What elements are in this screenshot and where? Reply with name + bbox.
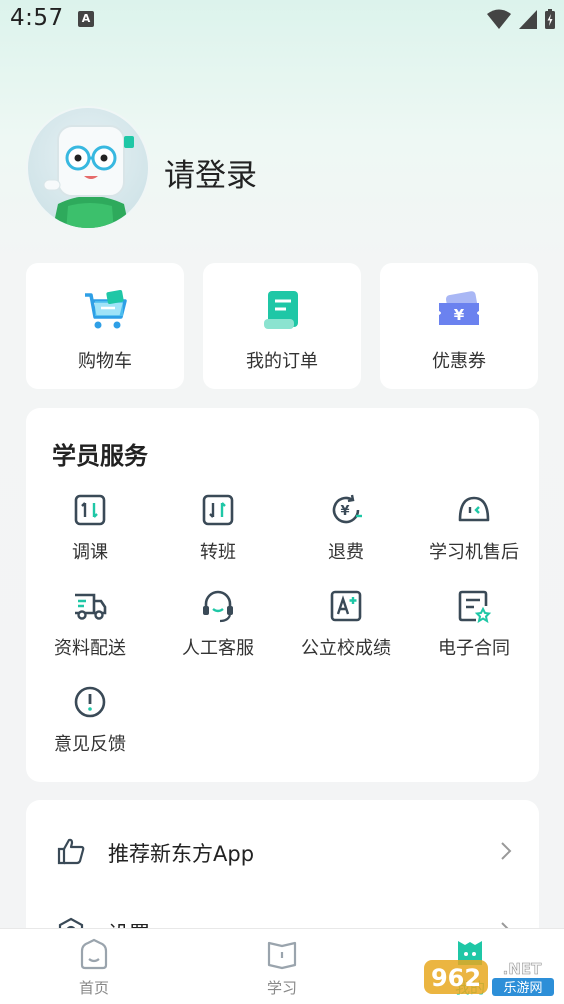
menu-label: 推荐新东方App <box>108 842 255 866</box>
signal-icon <box>519 10 537 29</box>
service-material-delivery[interactable]: 资料配送 <box>26 588 154 660</box>
watermark-suffix: .NET <box>503 960 542 978</box>
svg-text:¥: ¥ <box>340 504 349 519</box>
status-bar: 4:57 A <box>0 0 564 40</box>
feedback-exclamation-icon <box>74 686 106 718</box>
headset-icon <box>203 590 233 623</box>
wifi-icon <box>487 9 511 29</box>
transfer-class-icon <box>202 494 234 526</box>
grade-a-plus-icon <box>330 590 362 622</box>
services-title: 学员服务 <box>52 442 148 470</box>
my-orders-card[interactable]: 我的订单 <box>203 263 361 389</box>
watermark-number: 962 <box>431 964 481 992</box>
coupon-ticket-icon: ¥ <box>439 291 479 325</box>
login-prompt[interactable]: 请登录 <box>164 150 257 195</box>
thumbs-up-icon <box>57 838 85 865</box>
service-label: 公立校成绩 <box>301 638 391 659</box>
status-icons <box>486 8 556 30</box>
study-book-icon <box>267 941 297 970</box>
battery-icon <box>545 9 555 29</box>
coupon-card[interactable]: ¥ 优惠券 <box>380 263 538 389</box>
service-device-aftersales[interactable]: 学习机售后 <box>410 492 538 564</box>
service-adjust-class[interactable]: 调课 <box>26 492 154 564</box>
my-orders-label: 我的订单 <box>246 351 318 372</box>
service-transfer-class[interactable]: 转班 <box>154 492 282 564</box>
service-label: 资料配送 <box>54 638 126 659</box>
service-label: 退费 <box>328 542 364 563</box>
shopping-cart-card[interactable]: 购物车 <box>26 263 184 389</box>
refund-icon: ¥ <box>332 494 362 524</box>
service-label: 意见反馈 <box>54 734 126 755</box>
svg-text:¥: ¥ <box>454 306 465 324</box>
watermark-text: 乐游网 <box>503 981 542 996</box>
service-label: 调课 <box>72 542 108 563</box>
order-document-icon <box>264 291 298 329</box>
mascot-avatar-icon <box>43 125 134 228</box>
service-label: 人工客服 <box>182 638 254 659</box>
service-e-contract[interactable]: 电子合同 <box>410 588 538 660</box>
notification-a-icon: A <box>78 11 94 27</box>
e-contract-icon <box>458 590 492 624</box>
nav-label: 首页 <box>78 979 109 997</box>
menu-row-recommend-app[interactable]: 推荐新东方App <box>26 816 539 886</box>
adjust-class-icon <box>74 494 106 526</box>
watermark-logo: 962 .NET 乐游网 <box>422 956 558 998</box>
service-school-grades[interactable]: 公立校成绩 <box>282 588 410 660</box>
avatar[interactable] <box>26 106 150 230</box>
status-time: 4:57 <box>10 5 64 31</box>
nav-home[interactable]: 首页 <box>44 937 144 998</box>
service-customer-support[interactable]: 人工客服 <box>154 588 282 660</box>
service-feedback[interactable]: 意见反馈 <box>26 684 154 756</box>
nav-label: 学习 <box>266 979 297 997</box>
service-label: 学习机售后 <box>429 542 519 563</box>
student-services-panel: 学员服务 调课 转班 ¥ 退费 学习机售后 资料配送 人工客服 公立校成绩 电子… <box>26 408 539 782</box>
service-refund[interactable]: ¥ 退费 <box>282 492 410 564</box>
chevron-right-icon <box>501 842 512 860</box>
delivery-truck-icon <box>75 593 107 620</box>
home-icon <box>80 938 108 970</box>
watermark-graphic: 962 .NET 乐游网 <box>424 960 554 996</box>
device-aftersales-icon <box>458 496 490 522</box>
service-label: 转班 <box>200 542 236 563</box>
shopping-cart-label: 购物车 <box>78 351 132 372</box>
service-label: 电子合同 <box>438 638 510 659</box>
coupon-label: 优惠券 <box>432 351 486 372</box>
nav-study[interactable]: 学习 <box>232 937 332 998</box>
shopping-cart-icon <box>85 290 127 329</box>
